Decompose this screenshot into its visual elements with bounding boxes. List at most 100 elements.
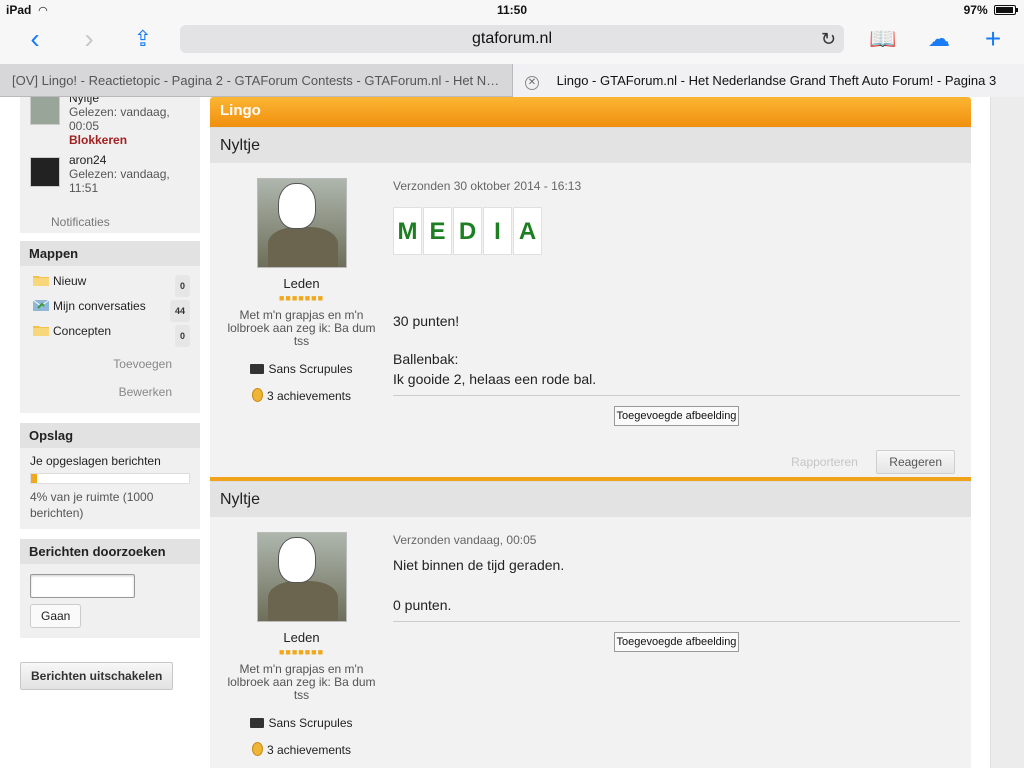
tab-title: Lingo - GTAForum.nl - Het Nederlandse Gr… bbox=[556, 73, 997, 88]
folder-label: Nieuw bbox=[53, 274, 87, 288]
notifications-link[interactable]: Notificaties bbox=[20, 209, 200, 233]
status-bar: iPad ◠ 11:50 97% bbox=[0, 0, 1024, 20]
post-text-line: Ballenbak: bbox=[393, 351, 459, 367]
gun-icon bbox=[250, 364, 265, 374]
back-icon[interactable]: ‹ bbox=[18, 24, 52, 56]
post-author[interactable]: Nyltje bbox=[210, 127, 971, 163]
folders-title: Mappen bbox=[20, 241, 200, 266]
award-item: Sans Scrupules bbox=[210, 716, 393, 730]
tab-reactietopic[interactable]: [OV] Lingo! - Reactietopic - Pagina 2 - … bbox=[0, 64, 512, 97]
rank-stars-icon: ■■■■■■■ bbox=[278, 647, 325, 657]
award-label: Sans Scrupules bbox=[268, 716, 353, 730]
battery-percent: 97% bbox=[963, 3, 988, 17]
edit-folders-link[interactable]: Bewerken bbox=[20, 377, 200, 413]
author-info: Leden ■■■■■■■ Met m'n grapjas en m'n lol… bbox=[210, 163, 393, 403]
post: Nyltje Leden ■■■■■■■ Met m'n grapjas en … bbox=[210, 127, 971, 477]
rank-stars-icon: ■■■■■■■ bbox=[278, 293, 325, 303]
reply-button[interactable]: Reageren bbox=[876, 450, 955, 474]
post-date: Verzonden vandaag, 00:05 bbox=[393, 533, 537, 547]
achievements-label: 3 achievements bbox=[266, 389, 352, 403]
bookmarks-icon[interactable]: 📖 bbox=[866, 24, 900, 56]
envelope-icon bbox=[33, 299, 49, 311]
viewer-item: Nyltje Gelezen: vandaag, 00:05 Blokkeren bbox=[20, 97, 200, 147]
post-divider bbox=[393, 395, 960, 396]
folder-new-icon bbox=[33, 276, 49, 286]
achievements-label: 3 achievements bbox=[266, 743, 352, 757]
viewer-name[interactable]: aron24 bbox=[69, 153, 200, 167]
post-author[interactable]: Nyltje bbox=[210, 481, 971, 517]
author-info: Leden ■■■■■■■ Met m'n grapjas en m'n lol… bbox=[210, 517, 393, 757]
sidebar: Nyltje Gelezen: vandaag, 00:05 Blokkeren… bbox=[20, 97, 200, 690]
lingo-word-grid: M E D I A bbox=[393, 207, 960, 255]
post-text-line: Ik gooide 2, helaas een rode bal. bbox=[393, 371, 597, 387]
post-actions: Rapporteren Reageren bbox=[791, 450, 955, 474]
achievements-item[interactable]: 3 achievements bbox=[210, 388, 393, 403]
post: Nyltje Leden ■■■■■■■ Met m'n grapjas en … bbox=[210, 481, 971, 768]
member-signature: Met m'n grapjas en m'n lolbroek aan zeg … bbox=[227, 662, 376, 702]
lingo-letter: E bbox=[423, 207, 452, 255]
storage-progress-fill bbox=[31, 474, 38, 483]
folder-item-concepten[interactable]: Concepten 0 bbox=[20, 322, 200, 347]
readers-block: Nyltje Gelezen: vandaag, 00:05 Blokkeren… bbox=[20, 97, 200, 233]
avatar[interactable] bbox=[30, 157, 60, 187]
icloud-tabs-icon[interactable]: ☁ bbox=[922, 24, 956, 56]
post-date: Verzonden 30 oktober 2014 - 16:13 bbox=[393, 179, 582, 193]
storage-label: Je opgeslagen berichten bbox=[30, 454, 161, 468]
report-button[interactable]: Rapporteren bbox=[791, 455, 858, 469]
storage-usage-text: 4% van je ruimte (1000 berichten) bbox=[30, 490, 154, 520]
add-folder-link[interactable]: Toevoegen bbox=[20, 347, 200, 377]
search-title: Berichten doorzoeken bbox=[20, 539, 200, 564]
search-input[interactable] bbox=[30, 574, 135, 598]
folder-item-conversaties[interactable]: Mijn conversaties 44 bbox=[20, 297, 200, 322]
lingo-letter: A bbox=[513, 207, 542, 255]
award-label: Sans Scrupules bbox=[268, 362, 353, 376]
folder-count: 0 bbox=[174, 325, 190, 347]
tab-title: [OV] Lingo! - Reactietopic - Pagina 2 - … bbox=[12, 73, 512, 88]
gun-icon bbox=[250, 718, 265, 728]
folder-item-nieuw[interactable]: Nieuw 0 bbox=[20, 272, 200, 297]
medal-icon bbox=[251, 388, 263, 402]
browser-toolbar: ‹ › ⇪ gtaforum.nl ↻ 📖 ☁ + bbox=[0, 20, 1024, 64]
search-block: Berichten doorzoeken Gaan bbox=[20, 539, 200, 638]
achievements-item[interactable]: 3 achievements bbox=[210, 742, 393, 757]
tab-strip: [OV] Lingo! - Reactietopic - Pagina 2 - … bbox=[0, 64, 1024, 97]
disable-messages-button[interactable]: Berichten uitschakelen bbox=[20, 662, 174, 690]
post-text-line: 30 punten! bbox=[393, 313, 460, 329]
close-tab-icon[interactable]: ✕ bbox=[525, 76, 539, 90]
storage-progress-bar bbox=[30, 473, 190, 484]
reload-icon[interactable]: ↻ bbox=[821, 25, 836, 53]
battery-icon bbox=[994, 5, 1018, 15]
page-gutter bbox=[990, 97, 1024, 768]
avatar[interactable] bbox=[256, 178, 347, 268]
status-time: 11:50 bbox=[496, 3, 528, 17]
folders-block: Mappen Nieuw 0 Mijn conversaties 44 Conc… bbox=[20, 241, 200, 413]
share-icon[interactable]: ⇪ bbox=[126, 24, 160, 56]
search-go-button[interactable]: Gaan bbox=[30, 604, 82, 628]
folder-label: Concepten bbox=[53, 324, 112, 338]
avatar[interactable] bbox=[256, 532, 347, 622]
award-item: Sans Scrupules bbox=[210, 362, 393, 376]
storage-block: Opslag Je opgeslagen berichten 4% van je… bbox=[20, 423, 200, 529]
tab-lingo[interactable]: ✕ Lingo - GTAForum.nl - Het Nederlandse … bbox=[512, 64, 1024, 97]
web-page: Nyltje Gelezen: vandaag, 00:05 Blokkeren… bbox=[0, 97, 1024, 768]
attachment-button[interactable]: Toegevoegde afbeelding bbox=[614, 406, 739, 426]
storage-title: Opslag bbox=[20, 423, 200, 448]
member-rank: Leden bbox=[283, 630, 320, 645]
viewer-name[interactable]: Nyltje bbox=[69, 97, 200, 105]
new-tab-icon[interactable]: + bbox=[976, 24, 1010, 56]
lingo-letter: D bbox=[453, 207, 482, 255]
address-bar[interactable]: gtaforum.nl ↻ bbox=[180, 25, 844, 53]
forward-icon[interactable]: › bbox=[72, 24, 106, 56]
block-link[interactable]: Blokkeren bbox=[69, 133, 200, 147]
post-content: Verzonden 30 oktober 2014 - 16:13 M E D … bbox=[393, 163, 960, 426]
avatar[interactable] bbox=[30, 97, 60, 125]
member-rank: Leden bbox=[283, 276, 320, 291]
topic-title: Lingo bbox=[210, 97, 971, 127]
topic-main: Lingo Nyltje Leden ■■■■■■■ Met m'n grapj… bbox=[210, 97, 971, 768]
folder-count: 0 bbox=[174, 275, 190, 297]
lingo-letter: M bbox=[393, 207, 422, 255]
member-signature: Met m'n grapjas en m'n lolbroek aan zeg … bbox=[227, 308, 376, 348]
folder-count: 44 bbox=[169, 300, 190, 322]
folder-label: Mijn conversaties bbox=[53, 299, 146, 313]
attachment-button[interactable]: Toegevoegde afbeelding bbox=[614, 632, 739, 652]
